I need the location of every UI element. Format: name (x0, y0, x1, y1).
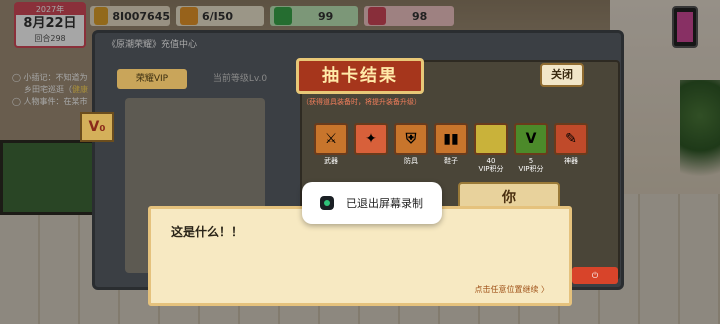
tab-vip[interactable]: 荣耀VIP (117, 69, 187, 89)
dialog-text: 这是什么！！ (171, 225, 244, 239)
reward-item-label: 鞋子 (444, 157, 458, 165)
reward-item[interactable]: 40 VIP积分 (474, 123, 508, 173)
close-button[interactable]: 关闭 (540, 63, 584, 87)
reward-item[interactable]: ✦ (354, 123, 388, 173)
toast-text: 已退出屏幕录制 (346, 197, 423, 210)
reward-item-label: 神器 (564, 157, 578, 165)
reward-item[interactable]: ✎ 神器 (554, 123, 588, 173)
reward-item[interactable]: ⛨ 防具 (394, 123, 428, 173)
result-hint: （获得道具装备时，将提升装备升级） (302, 98, 421, 106)
tab-level[interactable]: 当前等级Lv.0 (195, 69, 285, 89)
reward-item-icon: ▮▮ (434, 123, 468, 155)
reward-item-icon: ⛨ (394, 123, 428, 155)
reward-item[interactable]: ⚔ 武器 (314, 123, 348, 173)
reward-item-label: 武器 (324, 157, 338, 165)
reward-item-label: 5 VIP积分 (518, 157, 544, 173)
screen-record-icon (320, 196, 334, 210)
draw-result-title: 抽卡结果 (296, 58, 424, 94)
power-button[interactable]: ⏻ (572, 267, 618, 284)
panel-title: 《原潮荣耀》充值中心 (107, 40, 198, 50)
continue-hint[interactable]: 点击任意位置继续 〉 (474, 284, 549, 295)
reward-item-icon: ✦ (354, 123, 388, 155)
reward-item-icon: ✎ (554, 123, 588, 155)
reward-item-icon: V (514, 123, 548, 155)
reward-item-icon: ⚔ (314, 123, 348, 155)
vip-badge: V₀ (80, 112, 114, 142)
reward-item-label: 40 VIP积分 (478, 157, 504, 173)
reward-items: ⚔ 武器 ✦ ⛨ 防具 ▮▮ 鞋子 40 VIP积分 V 5 VIP积分 ✎ 神器 (314, 123, 588, 173)
reward-item[interactable]: ▮▮ 鞋子 (434, 123, 468, 173)
reward-item-icon (474, 123, 508, 155)
reward-item-label: 防具 (404, 157, 418, 165)
toast: 已退出屏幕录制 (302, 182, 442, 224)
reward-item[interactable]: V 5 VIP积分 (514, 123, 548, 173)
